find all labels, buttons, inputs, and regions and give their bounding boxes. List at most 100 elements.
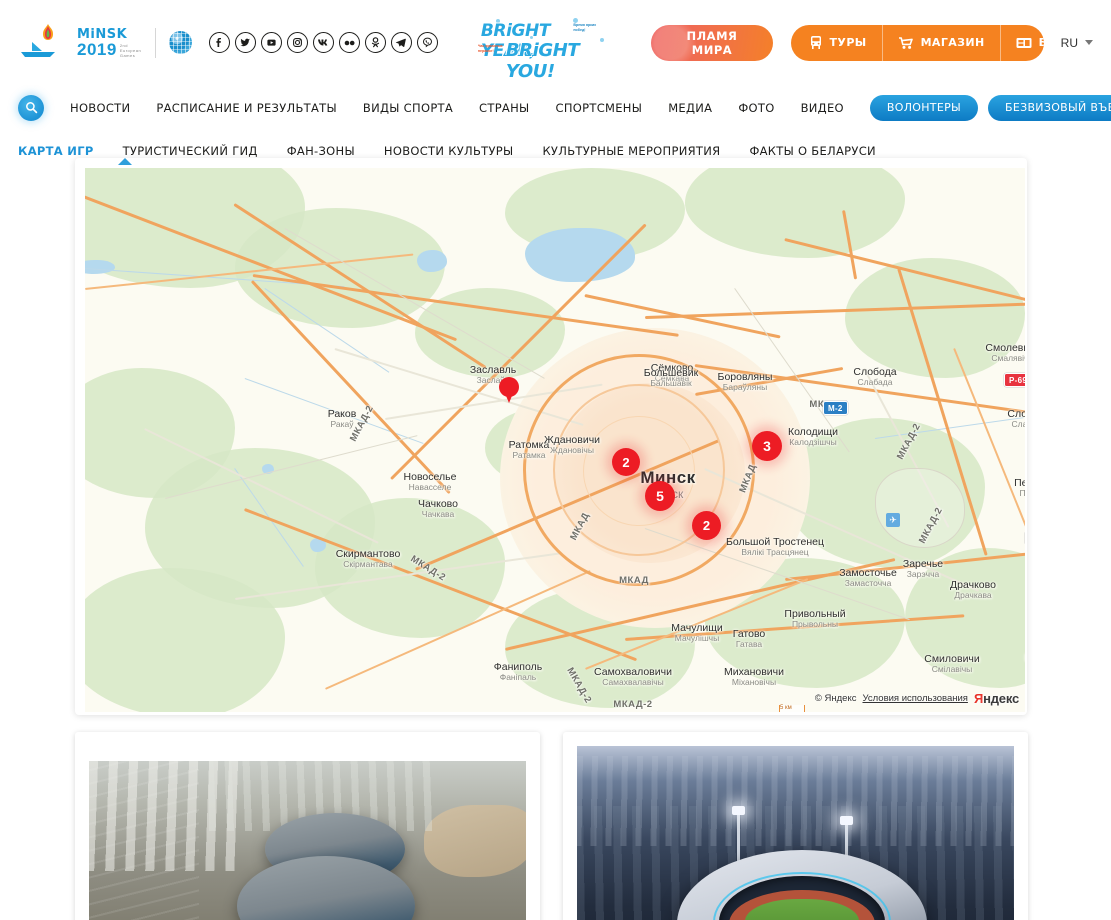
map-label-by: Мачулішчы: [674, 633, 720, 643]
map-label: ПекалинПекалін: [1014, 477, 1025, 498]
logo-divider: [154, 27, 156, 58]
nav-link-athletes[interactable]: СПОРТСМЕНЫ: [556, 101, 643, 115]
boat-icon: [21, 41, 55, 57]
attribution-terms-link[interactable]: Условия использования: [862, 693, 967, 704]
european-games-globe-icon: [168, 31, 192, 54]
map-label-by: Гатава: [735, 639, 763, 649]
nav-link-countries[interactable]: СТРАНЫ: [479, 101, 529, 115]
map-label: Драчково Драчкава: [950, 579, 996, 600]
map-cluster-marker[interactable]: 3: [752, 431, 782, 461]
flickr-icon[interactable]: [338, 32, 360, 53]
facebook-icon[interactable]: [208, 32, 230, 53]
tickets-button[interactable]: БИЛЕТЫ: [1001, 25, 1044, 61]
search-icon[interactable]: [18, 94, 44, 121]
logo-year-text: 2019 2nd European Games: [77, 39, 142, 59]
odnoklassniki-icon[interactable]: [364, 32, 386, 53]
venue-card-chizhovka[interactable]: 🥊 🤼 ЧИЖОВКА-АРЕНА: [75, 732, 540, 920]
sub-nav-games-map[interactable]: КАРТА ИГР: [18, 144, 94, 158]
map-label: Колодищи Калодзішчы: [788, 426, 838, 447]
bus-icon: [810, 36, 821, 49]
map-label: Гатово Гатава: [733, 628, 766, 649]
shop-button[interactable]: МАГАЗИН: [883, 24, 1001, 61]
sub-nav-fan-zones[interactable]: ФАН-ЗОНЫ: [287, 144, 355, 158]
telegram-icon[interactable]: [390, 32, 412, 53]
map-label-by: Слабада: [857, 377, 893, 387]
map-label-by: Скірмантава: [343, 559, 393, 569]
map-label: СмолевичиСмалявічы: [985, 342, 1025, 363]
sub-nav-culture-news[interactable]: НОВОСТИ КУЛЬТУРЫ: [384, 144, 514, 158]
yandex-logo: Яндекс: [973, 691, 1019, 706]
map-label: Большой Тростенец Вялікі Трасцянец: [726, 536, 824, 557]
map-label: Чачково Чачкава: [418, 498, 458, 519]
flame-button-label: ПЛАМЯ МИРА: [686, 28, 738, 57]
map-label: Новоселье Навасселе: [404, 471, 457, 492]
sub-nav-tourist-guide[interactable]: ТУРИСТИЧЕСКИЙ ГИД: [123, 144, 258, 158]
nav-link-video[interactable]: ВИДЕО: [801, 101, 844, 115]
nav-link-sports[interactable]: ВИДЫ СПОРТА: [363, 101, 453, 115]
social-links: [208, 32, 438, 53]
attribution-copyright: © Яндекс: [814, 693, 857, 704]
map-label: СлободаСлабада: [853, 366, 896, 387]
map-label-by: Вялікі Трасцянец: [741, 547, 809, 557]
tours-label: ТУРЫ: [829, 36, 867, 49]
map-label: Михановичи Міхановічы: [724, 666, 784, 687]
map-label: Ждановичи Ждановічы: [544, 434, 600, 455]
venue-cards: 🥊 🤼 ЧИЖОВКА-АРЕНА: [75, 732, 1028, 920]
site-logo[interactable]: MiNSK 2019 2nd European Games: [18, 22, 192, 64]
map-label-by: Фаніпаль: [499, 672, 537, 682]
map-label: Привольный Прывольны: [784, 608, 845, 629]
nav-link-photo[interactable]: ФОТО: [738, 101, 774, 115]
games-map-panel: ✈ МинскМінскЗаславльЗаслаўеСёмковоСёмкав…: [75, 158, 1027, 715]
slogan-subtitle-by: Час яркасных перамог!: [477, 43, 503, 53]
sub-nav-belarus-facts[interactable]: ФАКТЫ О БЕЛАРУСИ: [749, 144, 876, 158]
zaslavl-pin[interactable]: [499, 377, 519, 404]
map-label: Замосточье Замасточча: [839, 567, 897, 588]
map-label-by: Бараўляны: [722, 382, 768, 392]
venue-card-dinamo[interactable]: 🏃 СТАДИОН «ДИНАМО»: [563, 732, 1028, 920]
map-label-by: Самахвалавічы: [602, 677, 664, 687]
map-label-by: Навасселе: [408, 482, 452, 492]
nav-link-schedule-results[interactable]: РАСПИСАНИЕ И РЕЗУЛЬТАТЫ: [156, 101, 337, 115]
vk-icon[interactable]: [312, 32, 334, 53]
logo-minsk-text: MiNSK: [77, 26, 128, 42]
map-label: Самохваловичи Самахвалавічы: [594, 666, 672, 687]
shop-label: МАГАЗИН: [920, 36, 985, 49]
map-label-ru: Валевачи: [1024, 652, 1025, 664]
map-label-by: Бальшавік: [650, 378, 692, 388]
language-value: RU: [1060, 35, 1078, 50]
map-label-by: Пекалін: [1019, 488, 1025, 498]
map-label-by: Валевачы: [1024, 663, 1025, 673]
volunteers-button[interactable]: ВОЛОНТЕРЫ: [869, 94, 979, 121]
instagram-icon[interactable]: [286, 32, 308, 53]
nav-link-media[interactable]: МЕДИА: [668, 101, 712, 115]
yandex-map[interactable]: ✈ МинскМінскЗаславльЗаслаўеСёмковоСёмкав…: [85, 168, 1025, 712]
main-navigation: НОВОСТИ РАСПИСАНИЕ И РЕЗУЛЬТАТЫ ВИДЫ СПО…: [0, 85, 1111, 130]
tickets-label: БИЛЕТЫ: [1038, 36, 1044, 49]
map-label: ВалевачиВалевачы: [1024, 652, 1025, 673]
map-cluster-marker[interactable]: 5: [645, 481, 675, 511]
map-label: СлободаСлабада: [1007, 408, 1025, 429]
map-label: Фаниполь Фаніпаль: [494, 661, 542, 682]
language-selector[interactable]: RU: [1061, 36, 1093, 50]
youtube-icon[interactable]: [260, 32, 282, 53]
map-label-by: Смалявічы: [991, 353, 1025, 363]
sub-nav-cultural-events[interactable]: КУЛЬТУРНЫЕ МЕРОПРИЯТИЯ: [542, 144, 720, 158]
visa-free-entry-button[interactable]: БЕЗВИЗОВЫЙ ВЪЕЗД: [988, 94, 1111, 121]
map-label: Большевик Бальшавік: [644, 367, 698, 388]
map-label-by: Міхановічы: [731, 677, 777, 687]
header-action-pills: ТУРЫ МАГАЗИН БИЛЕТЫ: [790, 24, 1044, 61]
map-label: Скирмантово Скірмантава: [336, 548, 401, 569]
twitter-icon[interactable]: [234, 32, 256, 53]
tours-button[interactable]: ТУРЫ: [791, 24, 883, 61]
chevron-down-icon: [1085, 40, 1093, 45]
map-label-by: Слабада: [1011, 419, 1025, 429]
viber-icon[interactable]: [416, 32, 438, 53]
map-cluster-marker[interactable]: 2: [612, 448, 640, 476]
map-label: Заречье Зарэчча: [903, 558, 943, 579]
map-attribution: © Яндекс Условия использования Яндекс: [815, 691, 1019, 706]
map-label-by: Прывольны: [791, 619, 839, 629]
map-cluster-marker[interactable]: 2: [692, 511, 721, 540]
flame-of-peace-button[interactable]: ПЛАМЯ МИРА: [651, 24, 773, 61]
slogan-subtitle-ru: Время ярких побед!: [573, 22, 597, 32]
nav-link-news[interactable]: НОВОСТИ: [70, 101, 130, 115]
